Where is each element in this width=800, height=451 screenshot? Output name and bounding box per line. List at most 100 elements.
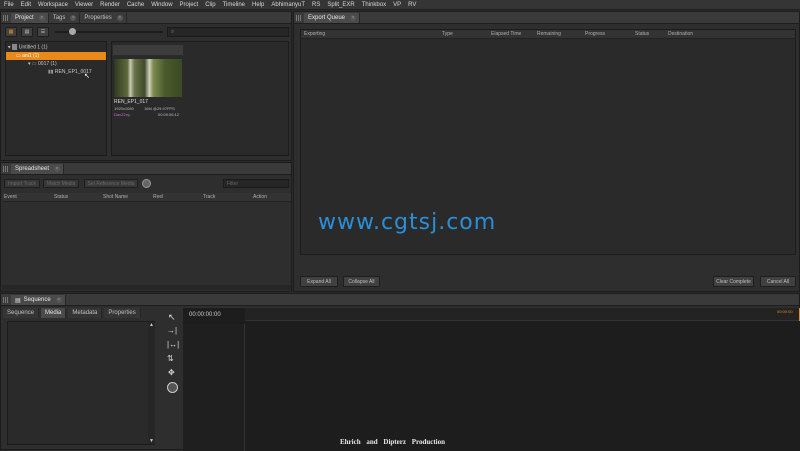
cancel-all-button[interactable]: Cancel All — [760, 276, 796, 287]
close-icon[interactable]: × — [70, 15, 77, 21]
tab-tags-label: Tags — [52, 15, 66, 21]
tree-bin-label: ani1 (1) — [22, 53, 40, 59]
grip-icon[interactable] — [3, 15, 9, 21]
slider-handle[interactable] — [69, 28, 76, 35]
timeline: 00:00:00:00 00:00:00 — [183, 308, 800, 451]
tab-tags[interactable]: Tags × — [49, 13, 81, 23]
menu-rv[interactable]: RV — [408, 2, 416, 8]
thumbnail-area: REN_EP1_017 1920x1080 16M @29.97FPS DaxZ… — [111, 41, 289, 156]
clear-complete-button[interactable]: Clear Complete — [713, 276, 754, 287]
grip-icon[interactable] — [296, 15, 302, 21]
search-input[interactable]: ⌕ — [167, 27, 289, 37]
col-action[interactable]: Action — [253, 194, 267, 200]
tree-item-sub[interactable]: ▾ ▭ 0017 (1) — [28, 61, 57, 67]
menu-split-exr[interactable]: Split_EXR — [327, 2, 354, 8]
thumb-view-button[interactable]: ▤ — [21, 27, 33, 37]
grip-icon[interactable] — [3, 166, 9, 172]
sequence-subtabs: Sequence Media Metadata Properties — [3, 308, 158, 318]
scroll-down-icon[interactable]: ▼ — [149, 438, 154, 444]
menu-edit[interactable]: Edit — [21, 2, 31, 8]
tree-item-root[interactable]: ▾ Untitled 1 (1) — [8, 44, 48, 50]
col-event[interactable]: Event — [4, 194, 17, 200]
menu-bar: File Edit Workspace Viewer Render Cache … — [0, 0, 800, 10]
spreadsheet-panel: Spreadsheet × Import Track Match Media Se… — [0, 162, 292, 292]
media-list: ▲ ▼ — [7, 321, 155, 445]
close-icon[interactable]: × — [38, 15, 45, 21]
project-panel: Project × Tags × Properties × ▦ ▤ ☰ ⌕ ▾ Unt… — [0, 11, 292, 161]
menu-project[interactable]: Project — [180, 2, 199, 8]
tab-project[interactable]: Project × — [11, 13, 49, 23]
close-icon[interactable]: × — [350, 15, 357, 21]
close-icon[interactable]: × — [116, 15, 123, 21]
tab-sequence[interactable]: ▤ Sequence × — [11, 295, 66, 305]
col-track[interactable]: Track — [203, 194, 215, 200]
track-select-tool-icon[interactable]: →| — [167, 326, 177, 335]
subtab-sequence[interactable]: Sequence — [3, 308, 40, 318]
zoom-tool-icon[interactable] — [167, 382, 178, 393]
menu-workspace[interactable]: Workspace — [38, 2, 68, 8]
transform-tool-icon[interactable]: ✥ — [168, 368, 175, 377]
clip-thumbnail[interactable] — [114, 59, 182, 97]
col-exporting[interactable]: Exporting — [304, 31, 325, 37]
col-remaining[interactable]: Remaining — [537, 31, 561, 37]
expand-all-button[interactable]: Expand All — [300, 276, 338, 287]
match-media-button[interactable]: Match Media — [43, 179, 79, 188]
clip-icon: ▮▮ — [48, 69, 54, 75]
sequence-tab-icon: ▤ — [15, 297, 21, 304]
menu-vp[interactable]: VP — [393, 2, 401, 8]
menu-cache[interactable]: Cache — [127, 2, 144, 8]
grip-icon[interactable] — [3, 297, 9, 303]
list-view-button[interactable]: ☰ — [37, 27, 49, 37]
menu-rs[interactable]: RS — [312, 2, 320, 8]
razor-tool-icon[interactable]: ⇅ — [167, 354, 174, 363]
tree-item-bin-selected[interactable]: ▭ ani1 (1) — [6, 52, 106, 60]
col-progress[interactable]: Progress — [585, 31, 605, 37]
menu-timeline[interactable]: Timeline — [223, 2, 245, 8]
bin-tree: ▾ Untitled 1 (1) ▭ ani1 (1) ▾ ▭ 0017 (1)… — [5, 41, 107, 156]
timeline-ruler[interactable] — [245, 308, 800, 321]
search-icon: ⌕ — [171, 29, 175, 35]
menu-render[interactable]: Render — [100, 2, 120, 8]
tab-properties[interactable]: Properties × — [80, 13, 127, 23]
menu-thinkbox[interactable]: Thinkbox — [362, 2, 386, 8]
menu-clip[interactable]: Clip — [205, 2, 215, 8]
media-scrollbar[interactable]: ▲ ▼ — [148, 322, 155, 444]
subtab-metadata[interactable]: Metadata — [68, 308, 103, 318]
filter-placeholder: Filter — [227, 181, 239, 187]
select-tool-icon[interactable]: ↖ — [168, 312, 176, 323]
col-shot-name[interactable]: Shot Name — [103, 194, 128, 200]
close-icon[interactable]: × — [54, 166, 61, 172]
collapse-all-button[interactable]: Collapse All — [343, 276, 380, 287]
import-track-button[interactable]: Import Track — [4, 179, 40, 188]
tab-export-queue[interactable]: Export Queue × — [304, 13, 361, 23]
col-status[interactable]: Status — [635, 31, 649, 37]
col-type[interactable]: Type — [442, 31, 453, 37]
sequence-tabbar: ▤ Sequence × — [1, 294, 799, 306]
timeline-timecode: 00:00:00:00 — [189, 312, 221, 318]
grid-view-button[interactable]: ▦ — [5, 27, 17, 37]
menu-abhimanyut[interactable]: AbhimanyuT — [271, 2, 305, 8]
tree-root-label: Untitled 1 (1) — [18, 44, 48, 51]
subtab-media[interactable]: Media — [41, 308, 67, 318]
tab-export-label: Export Queue — [308, 15, 346, 21]
export-tabbar: Export Queue × — [294, 12, 799, 24]
col-reel[interactable]: Reel — [153, 194, 163, 200]
menu-viewer[interactable]: Viewer — [75, 2, 93, 8]
timeline-toolbar: ↖ →| |↔| ⇅ ✥ — [166, 312, 180, 402]
slip-tool-icon[interactable]: |↔| — [167, 340, 179, 349]
tab-project-label: Project — [15, 15, 34, 21]
col-destination[interactable]: Destination — [668, 31, 693, 37]
set-reference-media-button[interactable]: Set Reference Media — [84, 179, 138, 188]
menu-file[interactable]: File — [4, 2, 14, 8]
filter-input[interactable]: Filter — [223, 179, 289, 188]
gear-icon[interactable] — [142, 179, 151, 188]
menu-window[interactable]: Window — [151, 2, 172, 8]
spreadsheet-scrollbar[interactable] — [2, 285, 291, 290]
subtab-properties[interactable]: Properties — [104, 308, 141, 318]
close-icon[interactable]: × — [55, 297, 62, 303]
tab-spreadsheet[interactable]: Spreadsheet × — [11, 164, 65, 174]
menu-help[interactable]: Help — [252, 2, 264, 8]
col-status[interactable]: Status — [54, 194, 68, 200]
col-elapsed[interactable]: Elapsed Time — [491, 31, 521, 37]
scroll-up-icon[interactable]: ▲ — [149, 322, 154, 328]
